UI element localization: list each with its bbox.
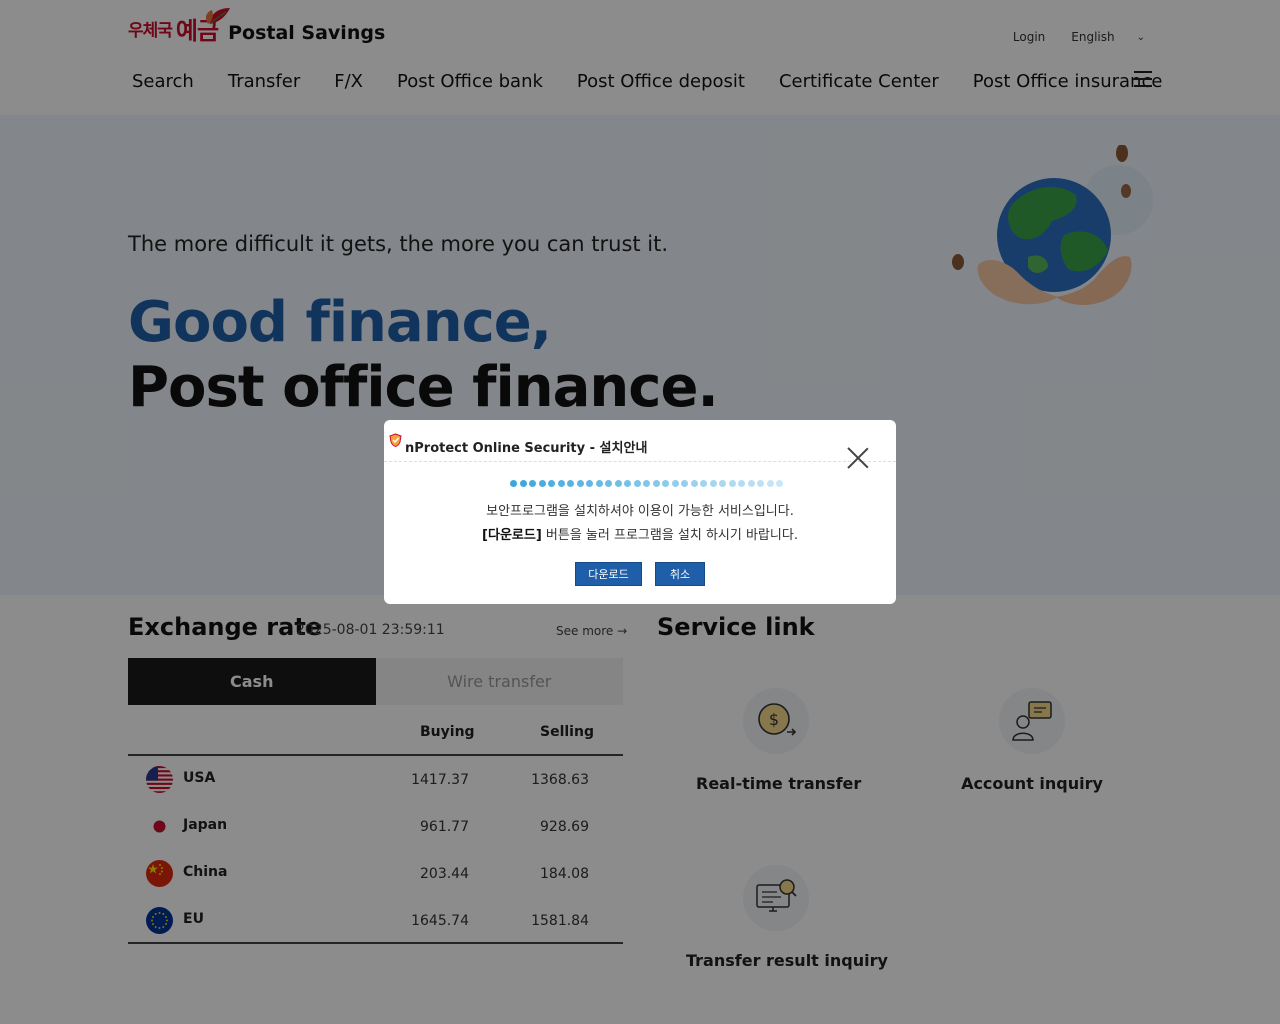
progress-dot bbox=[719, 480, 726, 487]
download-button[interactable]: 다운로드 bbox=[575, 562, 642, 586]
progress-dot bbox=[643, 480, 650, 487]
progress-dot bbox=[662, 480, 669, 487]
progress-dot bbox=[576, 480, 584, 487]
progress-dot bbox=[586, 480, 593, 487]
progress-dot bbox=[652, 480, 660, 487]
dialog-header: nProtect Online Security - 설치안내 bbox=[384, 420, 896, 462]
close-icon[interactable] bbox=[846, 446, 870, 470]
progress-dot bbox=[776, 480, 783, 487]
dialog-message-rest: 버튼을 눌러 프로그램을 설치 하시기 바랍니다. bbox=[541, 528, 798, 543]
progress-dot bbox=[700, 480, 707, 487]
cancel-button[interactable]: 취소 bbox=[655, 562, 705, 586]
progress-dot bbox=[728, 480, 736, 487]
progress-dot bbox=[766, 480, 774, 487]
progress-dot bbox=[529, 480, 536, 487]
dialog-message-line2: [다운로드] 버튼을 눌러 프로그램을 설치 하시기 바랍니다. bbox=[384, 524, 896, 543]
download-keyword: [다운로드] bbox=[482, 528, 542, 543]
progress-dot bbox=[557, 480, 565, 487]
progress-dot bbox=[757, 480, 764, 487]
progress-dot bbox=[690, 480, 698, 487]
progress-dot bbox=[595, 480, 603, 487]
progress-dot bbox=[671, 480, 679, 487]
nprotect-install-dialog: nProtect Online Security - 설치안내 보안프로그램을 … bbox=[384, 420, 896, 604]
shield-icon bbox=[389, 433, 402, 447]
dialog-message-line1: 보안프로그램을 설치하셔야 이용이 가능한 서비스입니다. bbox=[486, 504, 794, 519]
progress-dot bbox=[548, 480, 555, 487]
progress-dot bbox=[605, 480, 612, 487]
progress-dot bbox=[519, 480, 527, 487]
progress-dot bbox=[681, 480, 688, 487]
progress-dots bbox=[510, 480, 786, 487]
progress-dot bbox=[567, 480, 574, 487]
progress-dot bbox=[709, 480, 717, 487]
progress-dot bbox=[614, 480, 622, 487]
progress-dot bbox=[747, 480, 755, 487]
progress-dot bbox=[538, 480, 546, 487]
dialog-title: nProtect Online Security - 설치안내 bbox=[405, 441, 648, 456]
progress-dot bbox=[633, 480, 641, 487]
progress-dot bbox=[624, 480, 631, 487]
progress-dot bbox=[738, 480, 745, 487]
progress-dot bbox=[510, 480, 517, 487]
